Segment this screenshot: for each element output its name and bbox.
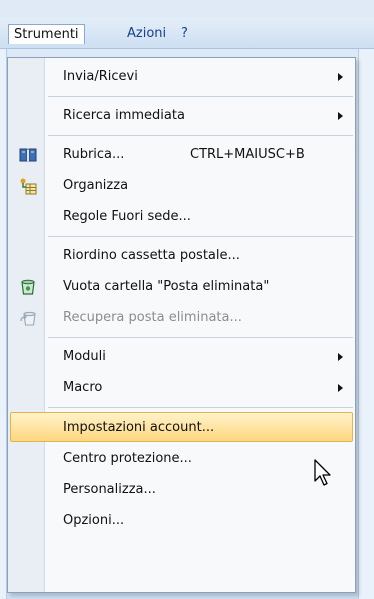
- background-window-left: [0, 48, 7, 599]
- menu-item-recupera-posta[interactable]: Recupera posta eliminata...: [10, 303, 353, 333]
- recover-deleted-icon: [20, 311, 36, 326]
- menu-azioni[interactable]: Azioni: [122, 24, 171, 44]
- menu-item-organizza[interactable]: Organizza: [10, 171, 353, 201]
- menu-item-riordino-cassetta[interactable]: Riordino cassetta postale...: [10, 241, 353, 271]
- menu-help-label: ?: [181, 26, 188, 41]
- menu-item-label: Impostazioni account...: [63, 420, 215, 435]
- menu-separator: [48, 337, 353, 338]
- menu-item-label: Opzioni...: [63, 513, 125, 528]
- empty-trash-icon: [21, 279, 35, 295]
- mouse-pointer-icon: [314, 459, 331, 486]
- menu-strumenti-label: Strumenti: [14, 27, 79, 42]
- menu-item-centro-protezione[interactable]: Centro protezione...: [10, 444, 353, 474]
- menu-help[interactable]: ?: [176, 24, 193, 44]
- menu-item-personalizza[interactable]: Personalizza...: [10, 475, 353, 505]
- menu-item-label: Moduli: [63, 349, 106, 364]
- menu-item-rubrica[interactable]: Rubrica... CTRL+MAIUSC+B: [10, 140, 353, 170]
- menu-item-vuota-cartella[interactable]: Vuota cartella "Posta eliminata": [10, 272, 353, 302]
- menu-separator: [48, 96, 353, 97]
- submenu-arrow-icon: [338, 112, 343, 120]
- submenu-arrow-icon: [338, 353, 343, 361]
- menu-bar: Strumenti Azioni ?: [0, 18, 374, 49]
- menu-item-label: Centro protezione...: [63, 451, 192, 466]
- menu-item-impostazioni-account[interactable]: Impostazioni account...: [10, 412, 353, 442]
- menu-item-label: Vuota cartella "Posta eliminata": [63, 279, 270, 294]
- background-window-right: [358, 48, 374, 599]
- strumenti-dropdown-menu: Invia/Ricevi Ricerca immediata Rubrica..…: [7, 57, 356, 593]
- app-window: Strumenti Azioni ? Invia/Ricevi Ricerca …: [0, 0, 374, 599]
- menu-item-label: Organizza: [63, 178, 129, 193]
- address-book-icon: [19, 148, 37, 162]
- organize-icon: [20, 178, 37, 195]
- menu-separator: [48, 135, 353, 136]
- menu-item-macro[interactable]: Macro: [10, 373, 353, 403]
- menu-item-label: Personalizza...: [63, 482, 156, 497]
- menu-item-label: Rubrica...: [63, 147, 125, 162]
- menu-item-moduli[interactable]: Moduli: [10, 342, 353, 372]
- menu-item-ricerca-immediata[interactable]: Ricerca immediata: [10, 101, 353, 131]
- menu-item-label: Ricerca immediata: [63, 108, 185, 123]
- menu-item-invia-ricevi[interactable]: Invia/Ricevi: [10, 62, 353, 92]
- menu-item-label: Regole Fuori sede...: [63, 209, 191, 224]
- menu-item-shortcut: CTRL+MAIUSC+B: [190, 147, 305, 162]
- submenu-arrow-icon: [338, 73, 343, 81]
- menu-strumenti[interactable]: Strumenti: [8, 24, 85, 44]
- menu-separator: [48, 407, 353, 408]
- menu-azioni-label: Azioni: [127, 26, 167, 41]
- menu-item-opzioni[interactable]: Opzioni...: [10, 506, 353, 536]
- menu-item-label: Macro: [63, 380, 103, 395]
- menu-item-label: Invia/Ricevi: [63, 69, 138, 84]
- menu-item-label: Recupera posta eliminata...: [63, 310, 242, 325]
- menu-item-regole-fuori-sede[interactable]: Regole Fuori sede...: [10, 202, 353, 232]
- menu-separator: [48, 236, 353, 237]
- submenu-arrow-icon: [338, 384, 343, 392]
- menu-item-label: Riordino cassetta postale...: [63, 248, 240, 263]
